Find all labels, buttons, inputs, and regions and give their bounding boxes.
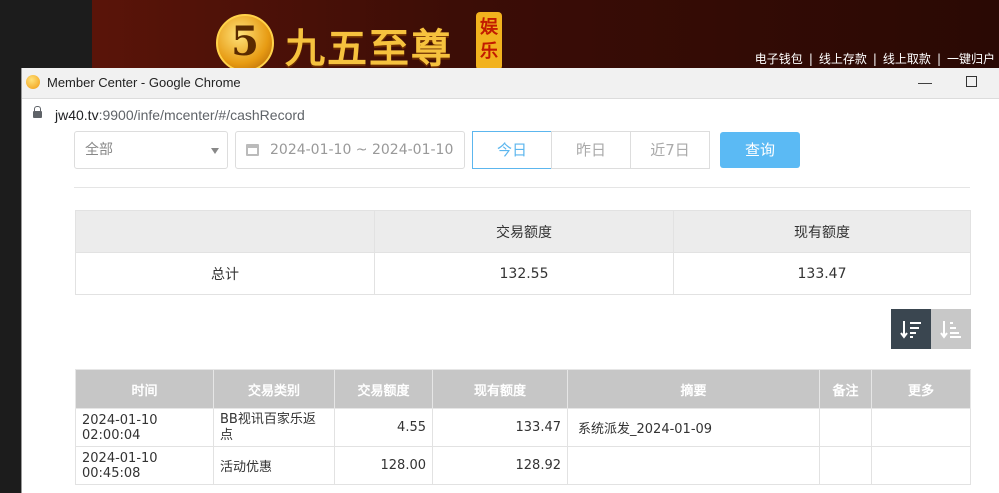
maximize-icon[interactable] <box>966 76 977 87</box>
logo-glyph: 5 <box>231 18 259 65</box>
summary-total-amount: 132.55 <box>374 252 674 295</box>
site-logo-text: 九五至尊 <box>285 25 453 72</box>
top-link-wallet[interactable]: 电子钱包 <box>755 52 803 66</box>
summary-table: 交易额度 现有额度 总计 132.55 133.47 <box>75 210 971 295</box>
summary-total-label: 总计 <box>75 252 375 295</box>
cell-time: 2024-01-10 02:00:04 <box>75 408 214 447</box>
cell-note <box>819 446 872 485</box>
cell-balance: 128.92 <box>432 446 568 485</box>
col-summary: 摘要 <box>567 369 820 409</box>
today-button[interactable]: 今日 <box>472 131 552 169</box>
col-balance: 现有额度 <box>432 369 568 409</box>
cell-more[interactable] <box>871 408 971 447</box>
sort-desc-icon <box>900 321 921 339</box>
url-text[interactable]: jw40.tv:9900/infe/mcenter/#/cashRecord <box>55 107 305 123</box>
cell-type: 活动优惠 <box>213 446 335 485</box>
col-time: 时间 <box>75 369 214 409</box>
url-path: :9900/infe/mcenter/#/cashRecord <box>98 107 305 123</box>
summary-header-balance: 现有额度 <box>673 210 971 253</box>
summary-header-row: 交易额度 现有额度 <box>75 210 971 253</box>
summary-total-balance: 133.47 <box>673 252 971 295</box>
summary-row: 总计 132.55 133.47 <box>75 252 971 295</box>
top-link-deposit[interactable]: 线上存款 <box>819 52 867 66</box>
cell-note <box>819 408 872 447</box>
table-row: 2024-01-10 00:45:08 活动优惠 128.00 128.92 <box>75 446 971 485</box>
summary-header-amount: 交易额度 <box>374 210 674 253</box>
top-link-consolidate[interactable]: 一键归户 <box>947 52 995 66</box>
site-logo-icon: 5 <box>216 14 274 72</box>
window-title: Member Center - Google Chrome <box>47 75 241 90</box>
separator: | <box>808 52 813 66</box>
minimize-icon[interactable]: — <box>918 74 932 90</box>
top-link-withdraw[interactable]: 线上取款 <box>883 52 931 66</box>
site-logo-badge: 娱乐 <box>476 12 502 70</box>
type-select-value: 全部 <box>85 142 113 158</box>
calendar-icon <box>246 144 259 156</box>
cell-amount: 128.00 <box>334 446 433 485</box>
cell-balance: 133.47 <box>432 408 568 447</box>
window-titlebar: Member Center - Google Chrome — <box>22 68 999 99</box>
cell-amount: 4.55 <box>334 408 433 447</box>
sort-asc-button[interactable] <box>931 309 971 349</box>
sort-asc-icon <box>940 321 961 339</box>
last-7-days-button[interactable]: 近7日 <box>630 131 710 169</box>
cell-more[interactable] <box>871 446 971 485</box>
col-note: 备注 <box>819 369 872 409</box>
type-select[interactable]: 全部 <box>74 131 228 169</box>
yesterday-button[interactable]: 昨日 <box>551 131 631 169</box>
top-nav-links: 电子钱包 | 线上存款 | 线上取款 | 一键归户 <box>755 50 995 67</box>
page-content: 全部 2024-01-10 ~ 2024-01-10 今日 昨日 近7日 查询 … <box>22 131 999 493</box>
address-bar[interactable]: jw40.tv:9900/infe/mcenter/#/cashRecord <box>22 99 999 132</box>
separator: | <box>936 52 941 66</box>
divider <box>74 187 970 188</box>
records-table: 时间 交易类别 交易额度 现有额度 摘要 备注 更多 2024-01-10 02… <box>75 369 971 485</box>
date-range-input[interactable]: 2024-01-10 ~ 2024-01-10 <box>235 131 465 169</box>
separator: | <box>872 52 877 66</box>
table-row: 2024-01-10 02:00:04 BB视讯百家乐返点 4.55 133.4… <box>75 408 971 447</box>
cell-time: 2024-01-10 00:45:08 <box>75 446 214 485</box>
date-range-value: 2024-01-10 ~ 2024-01-10 <box>270 142 454 158</box>
summary-header-blank <box>75 210 375 253</box>
favicon-icon <box>26 75 40 89</box>
col-amount: 交易额度 <box>334 369 433 409</box>
cell-summary: 系统派发_2024-01-09 <box>567 408 820 447</box>
url-host: jw40.tv <box>55 107 99 123</box>
lock-icon[interactable] <box>33 106 42 118</box>
browser-window: Member Center - Google Chrome — jw40.tv:… <box>22 68 999 493</box>
col-more: 更多 <box>871 369 971 409</box>
sort-desc-button[interactable] <box>891 309 931 349</box>
cell-summary <box>567 446 820 485</box>
records-header-row: 时间 交易类别 交易额度 现有额度 摘要 备注 更多 <box>75 369 971 409</box>
query-button[interactable]: 查询 <box>720 132 800 168</box>
col-type: 交易类别 <box>213 369 335 409</box>
cell-type: BB视讯百家乐返点 <box>213 408 335 447</box>
caret-down-icon <box>211 148 219 154</box>
